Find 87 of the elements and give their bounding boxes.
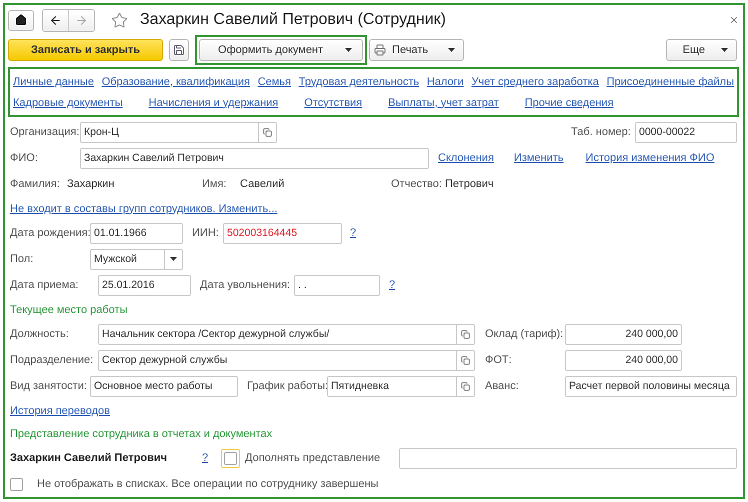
input-field[interactable]: Расчет первой половины месяца [565, 376, 737, 396]
dropdown-arrow-icon [345, 48, 352, 52]
input-field[interactable]: 01.01.1966 [90, 222, 183, 244]
link[interactable]: История переводов [10, 404, 110, 416]
field-label: Дата увольнения: [200, 279, 290, 291]
input-field[interactable]: Пятидневка [327, 376, 475, 396]
field-value: Петрович [445, 178, 494, 190]
field-label: Фамилия: [10, 178, 60, 190]
printer-icon [374, 44, 386, 56]
link[interactable]: Изменить [514, 152, 564, 164]
back-icon [49, 14, 62, 26]
field-label: Пол: [10, 253, 34, 265]
field-value: Савелий [240, 178, 284, 190]
open-icon[interactable] [461, 330, 470, 338]
more-button[interactable]: Еще [666, 39, 737, 61]
field-value: Захаркин [67, 178, 114, 190]
close-icon[interactable] [729, 15, 739, 25]
section-title: Представление сотрудника в отчетах и документах [10, 428, 272, 440]
field-label: ФИО: [10, 152, 38, 164]
field-label: График работы: [247, 380, 328, 392]
field-label: Должность: [10, 328, 69, 340]
home-button[interactable] [8, 10, 34, 30]
section-link[interactable]: Налоги [426, 76, 464, 88]
input-field[interactable]: Основное место работы [90, 376, 238, 396]
input-field[interactable]: Крон-Ц [80, 122, 277, 142]
input-field[interactable]: 502003164445 [223, 222, 342, 244]
section-link[interactable]: Отсутствия [304, 96, 362, 108]
help-link[interactable]: ? [350, 227, 356, 239]
select-field[interactable]: Мужской [90, 248, 183, 270]
field-label: Организация: [10, 126, 80, 138]
section-link[interactable]: Выплаты, учет затрат [388, 96, 499, 108]
open-icon[interactable] [263, 128, 272, 136]
field-label: Дополнять представление [245, 452, 380, 464]
section-link[interactable]: Кадровые документы [13, 96, 123, 108]
input-field[interactable]: 240 000,00 [565, 324, 682, 344]
field-label: Вид занятости: [10, 380, 87, 392]
field-label: Аванс: [485, 380, 519, 392]
field-label: Подразделение: [10, 354, 94, 366]
input-field[interactable]: Захаркин Савелий Петрович [80, 148, 429, 168]
create-document-button[interactable]: Оформить документ [199, 39, 364, 61]
help-link[interactable]: ? [202, 452, 208, 464]
section-link[interactable]: Начисления и удержания [148, 96, 278, 108]
section-link[interactable]: Трудовая деятельность [298, 76, 420, 88]
field-label: Таб. номер: [571, 126, 631, 138]
link[interactable]: Склонения [438, 152, 494, 164]
star-icon[interactable] [111, 12, 128, 28]
save-button[interactable] [169, 39, 190, 61]
field-label: Не отображать в списках. Все операции по сотруднику завершены [37, 478, 378, 490]
input-field[interactable]: . . [294, 274, 380, 296]
section-link[interactable]: Прочие сведения [524, 96, 614, 108]
employee-name: Захаркин Савелий Петрович [10, 452, 168, 464]
input-field[interactable]: 240 000,00 [565, 350, 682, 370]
dropdown-arrow-icon [170, 257, 177, 261]
save-icon [173, 44, 186, 56]
field-label: Дата приема: [10, 279, 78, 291]
section-link[interactable]: Присоединенные файлы [606, 76, 734, 88]
dropdown-arrow-icon [721, 48, 728, 52]
section-link[interactable]: Семья [258, 76, 291, 88]
input-field[interactable]: Начальник сектора /Сектор дежурной службы/ [98, 324, 475, 344]
section-link[interactable]: Учет среднего заработка [471, 76, 599, 88]
checkbox[interactable] [10, 478, 23, 490]
field-label: Имя: [202, 178, 226, 190]
field-label: Отчество: [391, 178, 442, 190]
field-label: ФОТ: [485, 354, 512, 366]
forward-icon [75, 14, 88, 26]
open-icon[interactable] [461, 382, 470, 390]
section-link[interactable]: Личные данные [13, 76, 94, 88]
open-icon[interactable] [461, 356, 470, 364]
field-label: Дата рождения: [10, 227, 91, 239]
field-label: Оклад (тариф): [485, 328, 564, 340]
checkbox[interactable] [224, 452, 237, 464]
section-title: Текущее место работы [10, 304, 128, 316]
print-button[interactable]: Печать [369, 39, 464, 61]
input-field[interactable]: Сектор дежурной службы [98, 350, 475, 370]
save-close-button[interactable]: Записать и закрыть [8, 39, 164, 61]
input-field[interactable]: 0000-00022 [635, 122, 737, 142]
section-link[interactable]: Образование, квалификация [102, 76, 250, 88]
input-field[interactable]: 25.01.2016 [98, 274, 191, 296]
dropdown-arrow-icon [448, 48, 456, 52]
link[interactable]: История изменения ФИО [586, 152, 714, 164]
input-field[interactable] [399, 448, 737, 468]
back-button[interactable] [43, 10, 68, 30]
home-icon [15, 14, 27, 26]
link[interactable]: Не входит в составы групп сотрудников. Изменить... [10, 202, 278, 214]
window-title: Захаркин Савелий Петрович (Сотрудник) [140, 11, 447, 29]
field-label: ИИН: [192, 227, 219, 239]
help-link[interactable]: ? [389, 279, 396, 291]
